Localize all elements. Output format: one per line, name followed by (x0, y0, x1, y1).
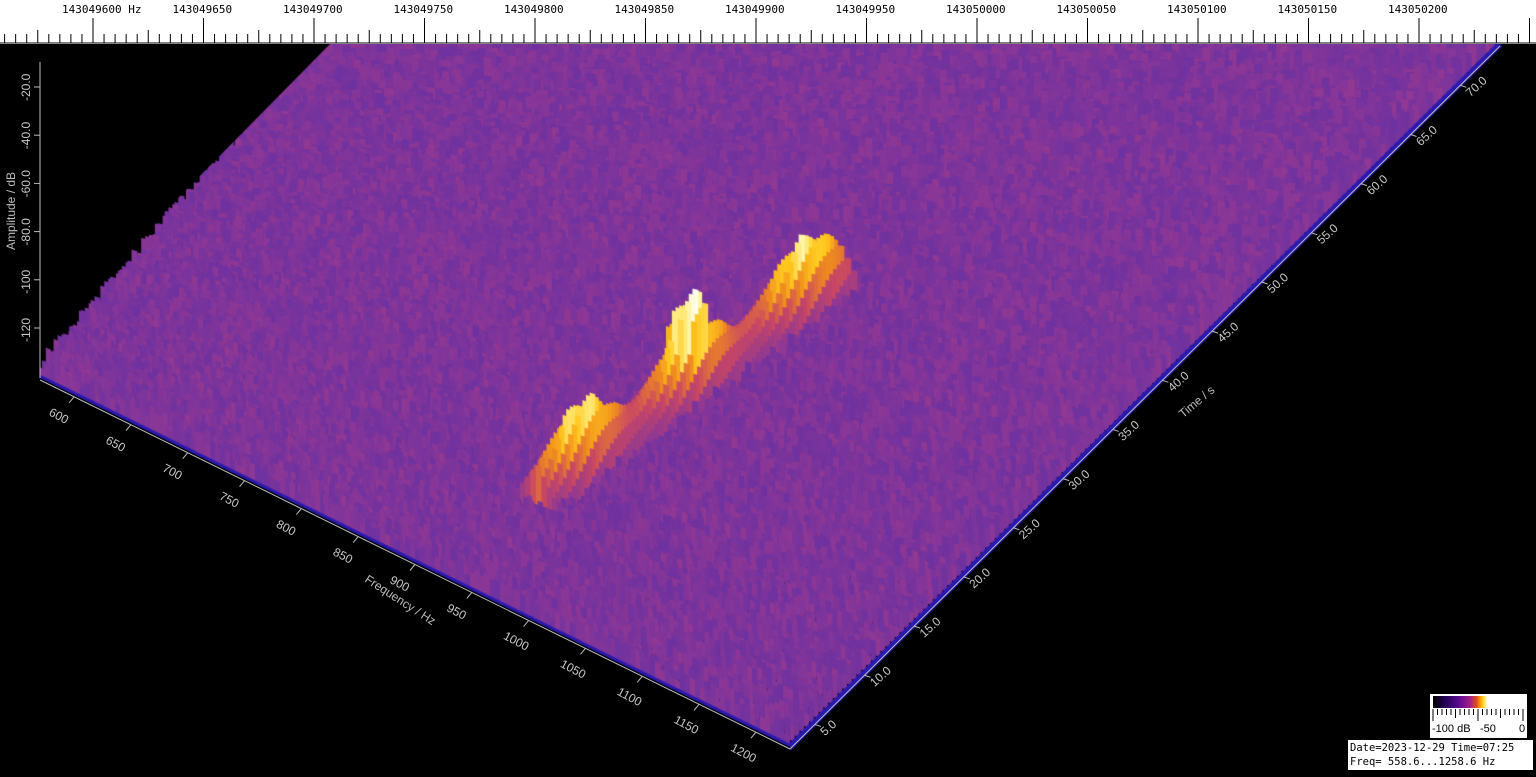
colorbar-low-label: -100 dB (1432, 723, 1471, 735)
ruler-label: 143050050 (1056, 3, 1117, 16)
time-tick-label: 60.0 (1364, 172, 1391, 198)
ruler-label: 143050100 (1167, 3, 1227, 16)
frequency-tick (352, 536, 359, 543)
frequency-tick-label: 850 (331, 545, 356, 567)
time-axis-line (789, 45, 1501, 750)
frequency-ruler: 143049600 Hz 143049650 143049700 143049750 1… (0, 0, 1536, 44)
amplitude-tick-label: -20.0 (19, 73, 33, 101)
frequency-tick (182, 452, 189, 460)
frequency-tick (409, 564, 416, 571)
frequency-tick-label: 700 (160, 461, 185, 483)
frequency-tick-label: 1100 (615, 685, 645, 710)
frequency-tick-label: 950 (444, 601, 469, 623)
frequency-tick (295, 508, 302, 515)
frequency-tick (523, 620, 530, 627)
frequency-tick-label: 600 (47, 405, 72, 427)
amplitude-tick-label: -100 (19, 269, 33, 293)
frequency-tick-label: 750 (217, 489, 242, 511)
date-time-readout: Date=2023-12-29 Time=07:25 (1350, 742, 1515, 754)
frequency-tick (580, 648, 586, 655)
time-tick-label: 25.0 (1016, 516, 1043, 542)
frequency-tick (466, 592, 473, 599)
time-tick-label: 55.0 (1314, 221, 1341, 247)
waterfall-3d-plot[interactable]: -20.0 -40.0 -60.0 -80.0 -100 -120 600 650 700 750… (0, 44, 1536, 773)
ruler-label: 143050200 (1388, 3, 1448, 16)
frequency-tick-label: 1200 (729, 741, 759, 766)
frequency-tick-label: 1050 (558, 657, 588, 682)
frequency-tick (636, 675, 643, 683)
time-tick-label: 45.0 (1215, 319, 1242, 345)
waterfall-axes: -20.0 -40.0 -60.0 -80.0 -100 -120 600 650 700 750… (19, 45, 1501, 766)
frequency-range-readout: Freq= 558.6...1258.6 Hz (1350, 756, 1496, 768)
frequency-tick (750, 731, 757, 739)
amplitude-tick-label: -120 (19, 318, 33, 342)
ruler-label: 143049700 (283, 3, 343, 16)
time-tick-label: 30.0 (1066, 467, 1093, 493)
time-tick-label: 70.0 (1463, 73, 1490, 99)
info-box: Date=2023-12-29 Time=07:25 Freq= 558.6..… (1348, 740, 1533, 770)
ruler-label: 143049900 (725, 3, 785, 16)
ruler-label: 143049850 (614, 3, 675, 16)
colorbar-gradient (1433, 696, 1524, 708)
ruler-label: 143050150 (1277, 3, 1338, 16)
time-tick-label: 50.0 (1264, 270, 1291, 296)
ruler-label: 143049650 (172, 3, 233, 16)
amplitude-tick-label: -60.0 (19, 170, 33, 198)
frequency-tick (239, 480, 245, 487)
ruler-label: 143049600 Hz (62, 3, 142, 16)
time-tick-label: 15.0 (917, 614, 944, 640)
time-tick-label: 35.0 (1115, 417, 1142, 443)
colorbar-legend: -100 dB -50 0 (1430, 694, 1527, 738)
frequency-tick (693, 703, 700, 711)
time-tick-label: 65.0 (1413, 122, 1440, 148)
ruler-label: 143050000 (946, 3, 1006, 16)
frequency-tick-label: 800 (274, 517, 299, 539)
time-tick-label: 40.0 (1165, 368, 1192, 394)
frequency-tick-label: 650 (104, 433, 129, 455)
amplitude-tick-label: -40.0 (19, 122, 33, 150)
frequency-tick-label: 1150 (672, 713, 702, 738)
frequency-tick (125, 424, 132, 432)
colorbar-mid-label: -50 (1480, 723, 1496, 735)
colorbar-high-label: 0 (1519, 723, 1526, 735)
time-tick-label: 20.0 (966, 565, 993, 591)
amplitude-tick-label: -80.0 (19, 218, 33, 246)
frequency-tick-label: 1000 (501, 629, 531, 654)
ruler-label: 143049800 (504, 3, 564, 16)
frequency-tick (68, 396, 75, 404)
time-tick-label: 10.0 (867, 663, 894, 689)
ruler-label: 143049950 (835, 3, 896, 16)
ruler-label: 143049750 (393, 3, 454, 16)
amplitude-axis-label: Amplitude / dB (4, 171, 18, 250)
colorbar-ticks (1432, 709, 1524, 721)
time-tick-label: 5.0 (817, 717, 839, 739)
